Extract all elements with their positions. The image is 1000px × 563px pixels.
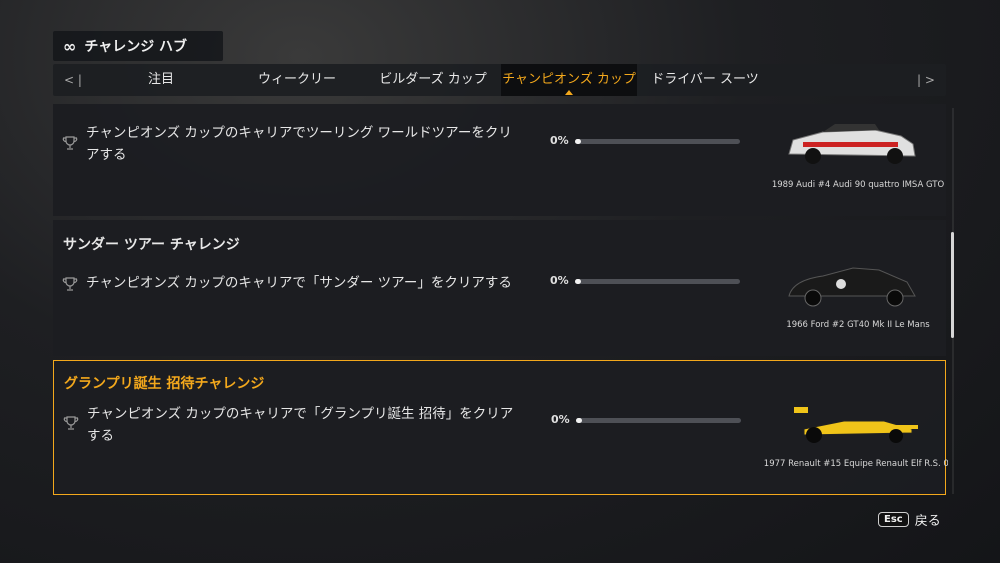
progress-bar xyxy=(576,418,741,423)
car-name: 1977 Renault #15 Equipe Renault Elf R.S.… xyxy=(763,459,948,469)
tab-right-arrow[interactable]: | > xyxy=(906,73,946,87)
hub-title-bar: ∞ チャレンジ ハブ xyxy=(53,31,223,61)
tab-weekly[interactable]: ウィークリー xyxy=(229,64,365,96)
progress-label: 0% xyxy=(550,274,569,287)
challenge-title: サンダー ツアー チャレンジ xyxy=(63,237,240,253)
car-image-renault-rs01 xyxy=(794,407,918,443)
car-name: 1966 Ford #2 GT40 Mk II Le Mans xyxy=(786,320,930,330)
scrollbar-thumb[interactable] xyxy=(951,232,954,338)
progress-bar xyxy=(575,279,740,284)
car-name: 1989 Audi #4 Audi 90 quattro IMSA GTO xyxy=(771,180,945,190)
progress-bar xyxy=(575,139,740,144)
challenge-description: チャンピオンズ カップのキャリアでツーリング ワールドツアーをクリ アする xyxy=(86,125,512,163)
tab-bar: < | 注目 ウィークリー ビルダーズ カップ チャンピオンズ カップ ドライバ… xyxy=(53,64,946,96)
tab-champions-cup[interactable]: チャンピオンズ カップ xyxy=(501,64,637,96)
progress-label: 0% xyxy=(551,413,570,426)
car-image-audi xyxy=(788,124,916,164)
challenge-title: グランプリ誕生 招待チャレンジ xyxy=(64,376,265,392)
tab-driver-suits[interactable]: ドライバー スーツ xyxy=(637,64,773,96)
challenge-description: チャンピオンズ カップのキャリアで「グランプリ誕生 招待」をクリア する xyxy=(87,406,514,444)
challenge-card[interactable]: サンダー ツアー チャレンジ チャンピオンズ カップのキャリアで「サンダー ツア… xyxy=(53,220,946,356)
tab-builders-cup[interactable]: ビルダーズ カップ xyxy=(365,64,501,96)
challenge-card-selected[interactable]: グランプリ誕生 招待チャレンジ チャンピオンズ カップのキャリアで「グランプリ誕… xyxy=(53,360,948,495)
back-hint[interactable]: Esc 戻る xyxy=(878,510,941,529)
infinity-icon: ∞ xyxy=(63,36,76,56)
tab-left-arrow[interactable]: < | xyxy=(53,73,93,87)
challenge-card[interactable]: チャンピオンズ カップのキャリアでツーリング ワールドツアーをクリ アする 0%… xyxy=(53,104,946,216)
trophy-icon xyxy=(62,277,78,291)
trophy-icon xyxy=(63,416,79,430)
challenge-list: チャンピオンズ カップのキャリアでツーリング ワールドツアーをクリ アする 0%… xyxy=(53,104,948,496)
car-image-ford-gt40 xyxy=(788,267,916,307)
tab-featured[interactable]: 注目 xyxy=(93,64,229,96)
trophy-icon xyxy=(62,136,78,150)
challenge-description: チャンピオンズ カップのキャリアで「サンダー ツアー」をクリアする xyxy=(86,275,512,291)
progress-label: 0% xyxy=(550,134,569,147)
page-title: チャレンジ ハブ xyxy=(84,39,188,55)
back-label: 戻る xyxy=(914,514,941,529)
esc-key-icon: Esc xyxy=(878,512,909,527)
